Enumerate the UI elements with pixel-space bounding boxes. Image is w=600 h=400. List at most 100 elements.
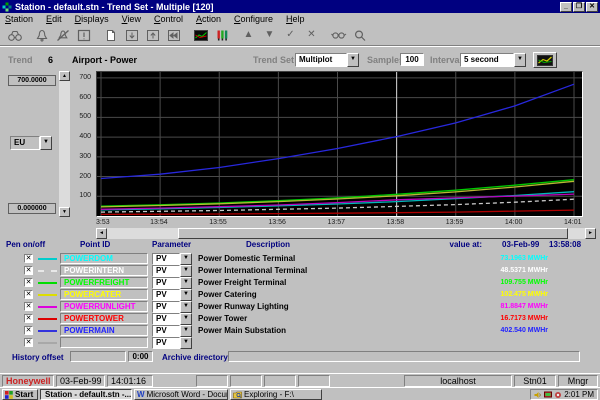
eu-value: EU [10, 136, 40, 150]
display-settings-icon[interactable] [544, 391, 552, 399]
menu-configure[interactable]: Configure [234, 14, 273, 24]
horizontal-scrollbar[interactable]: ◄ ► [96, 228, 596, 239]
chevron-down-icon[interactable]: ▼ [347, 53, 359, 67]
pen-checkbox[interactable]: ✕ [24, 290, 33, 299]
page-icon[interactable] [100, 27, 121, 44]
task-explorer[interactable]: Exploring - F:\ [230, 389, 322, 400]
task-word[interactable]: W Microsoft Word - Document1 [134, 389, 228, 400]
y-tick-label: 600 [79, 94, 91, 101]
eu-select[interactable]: EU ▼ [10, 136, 52, 150]
menu-help[interactable]: Help [286, 14, 305, 24]
samples-input[interactable]: 100 [400, 53, 424, 66]
zoom-icon[interactable] [349, 27, 370, 44]
trend-title: Airport - Power [72, 55, 137, 65]
chevron-down-icon[interactable]: ▼ [180, 289, 192, 301]
pen-checkbox[interactable]: ✕ [24, 278, 33, 287]
lower-icon[interactable]: ▼ [259, 27, 280, 44]
start-button[interactable]: Start [2, 389, 38, 400]
alarm-bell-icon[interactable] [31, 27, 52, 44]
scrollbar-thumb[interactable] [178, 228, 568, 239]
pen-checkbox[interactable]: ✕ [24, 254, 33, 263]
point-id-field[interactable]: POWERRUNLIGHT [60, 301, 148, 312]
history-offset-input[interactable] [70, 351, 126, 362]
trend-plot[interactable] [96, 71, 583, 217]
point-id-field[interactable]: POWERDOM [60, 253, 148, 264]
x-tick-label: 13:54 [150, 219, 168, 226]
menu-displays[interactable]: Displays [75, 14, 109, 24]
point-id-field[interactable]: POWERMAIN [60, 325, 148, 336]
taskbar-clock[interactable]: 2:01 PM [564, 390, 594, 399]
trend-number: 6 [48, 55, 53, 65]
parameter-select[interactable]: PV▼ [152, 325, 192, 337]
parameter-select[interactable]: PV▼ [152, 313, 192, 325]
pen-description: Power Freight Terminal [198, 277, 286, 288]
pen-checkbox[interactable]: ✕ [24, 338, 33, 347]
menu-control[interactable]: Control [154, 14, 183, 24]
trend-set-select[interactable]: Multiplot ▼ [295, 53, 359, 67]
legend-header-date: 03-Feb-99 [502, 240, 539, 249]
task-station[interactable]: Station - default.stn -... [40, 389, 132, 400]
menu-bar: Station Edit Displays View Control Actio… [0, 13, 600, 25]
pen-checkbox[interactable]: ✕ [24, 266, 33, 275]
parameter-select[interactable]: PV▼ [152, 289, 192, 301]
point-id-field[interactable] [60, 337, 148, 348]
parameter-select[interactable]: PV▼ [152, 301, 192, 313]
menu-edit[interactable]: Edit [46, 14, 62, 24]
page-up-icon[interactable] [142, 27, 163, 44]
archive-directory-input[interactable] [228, 351, 580, 362]
menu-view[interactable]: View [122, 14, 141, 24]
alarm-enable-icon[interactable] [73, 27, 94, 44]
point-id-field[interactable]: POWERINTERN [60, 265, 148, 276]
scroll-right-icon[interactable]: ► [585, 228, 596, 239]
parameter-select[interactable]: PV▼ [152, 253, 192, 265]
axis-max-value[interactable]: 700.0000 [8, 75, 56, 86]
menu-action[interactable]: Action [196, 14, 221, 24]
archive-directory-label[interactable]: Archive directory [162, 353, 228, 362]
legend-header-pointid: Point ID [80, 240, 110, 249]
scroll-left-icon[interactable]: ◄ [96, 228, 107, 239]
trend-display-icon[interactable] [190, 27, 211, 44]
pen-checkbox[interactable]: ✕ [24, 326, 33, 335]
pens-icon[interactable] [211, 27, 232, 44]
chevron-down-icon[interactable]: ▼ [514, 53, 526, 67]
trend-options-button[interactable] [533, 52, 557, 68]
parameter-select[interactable]: PV▼ [152, 265, 192, 277]
point-id-field[interactable]: POWERTOWER [60, 313, 148, 324]
minimize-button[interactable]: _ [560, 2, 572, 12]
parameter-select[interactable]: PV▼ [152, 337, 192, 349]
axis-min-value[interactable]: 0.000000 [8, 203, 56, 214]
status-time: 14:01:16 [107, 375, 153, 387]
accept-icon[interactable]: ✓ [280, 27, 301, 44]
find-station-icon[interactable] [4, 27, 25, 44]
station-tray-icon[interactable] [554, 391, 562, 399]
restore-button[interactable]: ❐ [573, 2, 585, 12]
close-button[interactable]: ✕ [586, 2, 598, 12]
chevron-down-icon[interactable]: ▼ [180, 337, 192, 349]
chevron-down-icon[interactable]: ▼ [180, 325, 192, 337]
history-offset-value[interactable]: 0:00 [128, 351, 153, 362]
chevron-down-icon[interactable]: ▼ [180, 301, 192, 313]
window-titlebar[interactable]: Station - default.stn - Trend Set - Mult… [0, 0, 600, 13]
chevron-down-icon[interactable]: ▼ [180, 265, 192, 277]
cancel-icon[interactable]: ✕ [301, 27, 322, 44]
parameter-value: PV [152, 265, 180, 277]
volume-icon[interactable] [534, 391, 542, 399]
point-id-field[interactable]: POWERCATER [60, 289, 148, 300]
chevron-down-icon[interactable]: ▼ [180, 313, 192, 325]
alarm-ack-icon[interactable] [52, 27, 73, 44]
parameter-value: PV [152, 277, 180, 289]
menu-station[interactable]: Station [5, 14, 33, 24]
pen-checkbox[interactable]: ✕ [24, 314, 33, 323]
chevron-down-icon[interactable]: ▼ [180, 253, 192, 265]
point-id-field[interactable]: POWERFREIGHT [60, 277, 148, 288]
parameter-value: PV [152, 337, 180, 349]
chevron-down-icon[interactable]: ▼ [40, 136, 52, 150]
parameter-select[interactable]: PV▼ [152, 277, 192, 289]
raise-icon[interactable]: ▲ [238, 27, 259, 44]
pen-checkbox[interactable]: ✕ [24, 302, 33, 311]
chevron-down-icon[interactable]: ▼ [180, 277, 192, 289]
operator-view-icon[interactable] [328, 27, 349, 44]
page-down-icon[interactable] [121, 27, 142, 44]
rewind-icon[interactable] [163, 27, 184, 44]
interval-select[interactable]: 5 second ▼ [460, 53, 526, 67]
